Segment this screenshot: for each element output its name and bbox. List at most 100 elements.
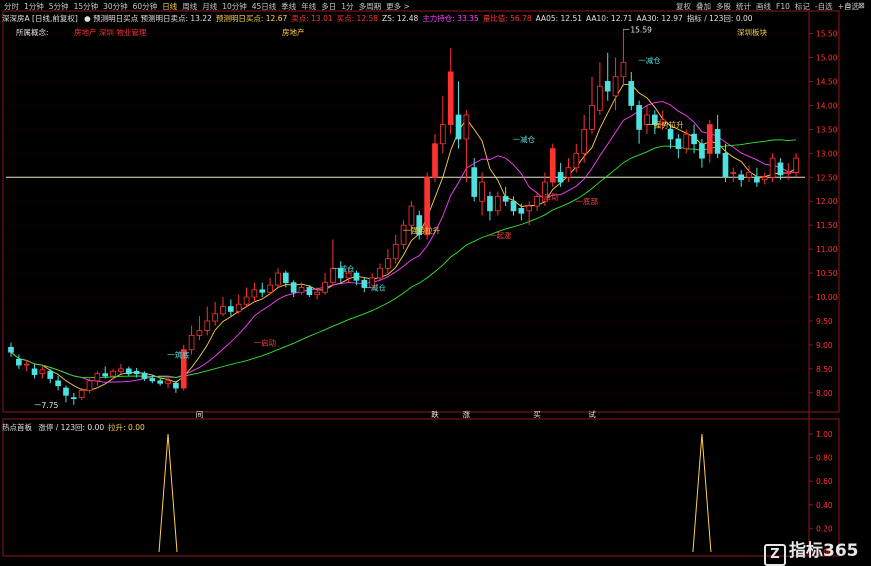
candle-body <box>165 380 171 384</box>
indicator-value: 量比值: 56.78 <box>482 14 532 23</box>
indicator-value: AA10: 12.71 <box>586 14 633 23</box>
tool-button[interactable]: 画线 <box>756 2 771 11</box>
signal-annotation: 7.75 <box>42 401 59 410</box>
period-tab[interactable]: 日线 <box>162 2 177 11</box>
candle-body <box>345 272 352 279</box>
watermark-logo: Z 指标365 <box>764 536 859 566</box>
candle-body <box>604 81 611 92</box>
ma-line-long <box>10 139 797 379</box>
candle-body <box>70 397 77 400</box>
candle-body <box>173 382 179 389</box>
period-tab[interactable]: 年线 <box>301 2 316 11</box>
price-tick-label: 8.00 <box>816 389 833 398</box>
period-tab[interactable]: 45日线 <box>252 2 277 11</box>
candle-body <box>39 369 46 375</box>
candle-body <box>314 291 321 296</box>
candle-body <box>259 289 266 293</box>
candle-body <box>447 71 454 125</box>
lower-indicator-value: 拉升: 0.00 <box>108 423 145 432</box>
candle-body <box>581 128 587 154</box>
candle-body <box>377 267 383 279</box>
signal-annotation: 一减仓 <box>638 55 661 65</box>
kline-chart[interactable]: 15.50 15.00 14.50 14.00 13.50 13.00 12.50 12.00… <box>0 0 871 559</box>
candle-body <box>8 346 14 353</box>
candle-body <box>63 387 69 396</box>
candle-body <box>714 128 721 154</box>
candle-body <box>228 306 234 312</box>
signal-annotation: 一强势拉升 <box>646 120 684 130</box>
indicator-value: ZS: 12.48 <box>382 14 419 23</box>
restore-icon[interactable]: ▫ <box>846 1 851 10</box>
price-tick-label: 12.50 <box>816 173 838 182</box>
logo-text: 指标365 <box>789 541 859 561</box>
period-tab[interactable]: 15分钟 <box>74 2 99 11</box>
period-tab[interactable]: 5分钟 <box>49 2 69 11</box>
candle-body <box>769 157 776 178</box>
candle-body <box>55 380 61 387</box>
period-tab[interactable]: 月线 <box>202 2 217 11</box>
candle-body <box>518 208 525 214</box>
period-tab[interactable]: 30分钟 <box>103 2 128 11</box>
lower-indicator-value: 涨停 / 123回: 0.00 <box>38 423 105 432</box>
candle-body <box>282 272 289 284</box>
candle-body <box>706 124 713 154</box>
candle-body <box>746 172 752 178</box>
tool-button[interactable]: -自选 <box>815 2 833 11</box>
tool-button[interactable]: 统计 <box>736 2 751 11</box>
period-tab[interactable]: 多周期 <box>359 2 382 11</box>
indicator-value: 买点: 12.58 <box>336 14 379 23</box>
tool-button[interactable]: 叠加 <box>696 2 711 11</box>
candle-body <box>597 85 603 111</box>
period-tab[interactable]: 季线 <box>281 2 296 11</box>
period-tab[interactable]: 60分钟 <box>133 2 158 11</box>
candle-body <box>149 378 156 382</box>
candle-body <box>94 373 101 382</box>
price-tick-label: 13.00 <box>816 149 838 158</box>
price-tick-label: 14.00 <box>816 101 838 110</box>
period-tab[interactable]: 多日 <box>321 2 336 11</box>
close-icon[interactable]: ⊠ <box>858 1 865 10</box>
logo-mark: Z <box>764 544 786 566</box>
signal-annotation: 一起涨 <box>489 230 512 240</box>
lower-tick-label: 0.60 <box>816 477 833 486</box>
candle-body <box>549 148 556 183</box>
period-tab[interactable]: 1分 <box>341 2 353 11</box>
signal-annotation: 一底部 <box>575 196 598 206</box>
candle-body <box>620 61 627 78</box>
candle-body <box>667 128 674 140</box>
lower-panel-frame <box>2 418 840 557</box>
price-tick-label: 11.50 <box>816 221 838 230</box>
candle-body <box>754 176 760 183</box>
candle-body <box>275 272 281 286</box>
signal-label: 跌 <box>431 409 439 419</box>
tool-button[interactable]: F10 <box>776 2 790 11</box>
candle-body <box>204 320 211 331</box>
indicator-value: 卖点: 13.01 <box>291 14 333 23</box>
candle-body <box>23 363 30 366</box>
price-tick-label: 8.50 <box>816 365 833 374</box>
tool-button[interactable]: 标记 <box>795 2 810 11</box>
signal-annotation: 15.59 <box>630 25 652 34</box>
period-tab[interactable]: 周线 <box>182 2 197 11</box>
lower-tick-label: 0.20 <box>816 524 833 533</box>
signal-annotation: 一启动 <box>254 338 277 348</box>
candle-body <box>125 368 132 375</box>
period-tab[interactable]: 1分钟 <box>24 2 44 11</box>
price-tick-label: 10.00 <box>816 293 838 302</box>
signal-pulse <box>158 433 178 553</box>
signal-annotation: 一强势拉升 <box>403 225 441 235</box>
candle-body <box>212 313 218 322</box>
candle-body <box>683 133 690 149</box>
candle-body <box>385 258 391 269</box>
indicator-value: AA05: 12.51 <box>535 14 582 23</box>
period-tab[interactable]: 更多 > <box>386 2 410 11</box>
signal-annotation: 一减仓 <box>332 263 355 273</box>
tool-button[interactable]: 复权 <box>676 2 691 11</box>
signal-label: 涨 <box>463 409 471 419</box>
region-label: 深圳板块 <box>737 28 767 37</box>
tool-button[interactable]: 多股 <box>716 2 731 11</box>
period-tab[interactable]: 10分钟 <box>222 2 247 11</box>
indicator-value: ● 预测明日买点 预测明日卖点: 13.22 <box>84 14 212 23</box>
candle-body <box>565 167 572 178</box>
period-tab[interactable]: 分时 <box>4 2 19 11</box>
